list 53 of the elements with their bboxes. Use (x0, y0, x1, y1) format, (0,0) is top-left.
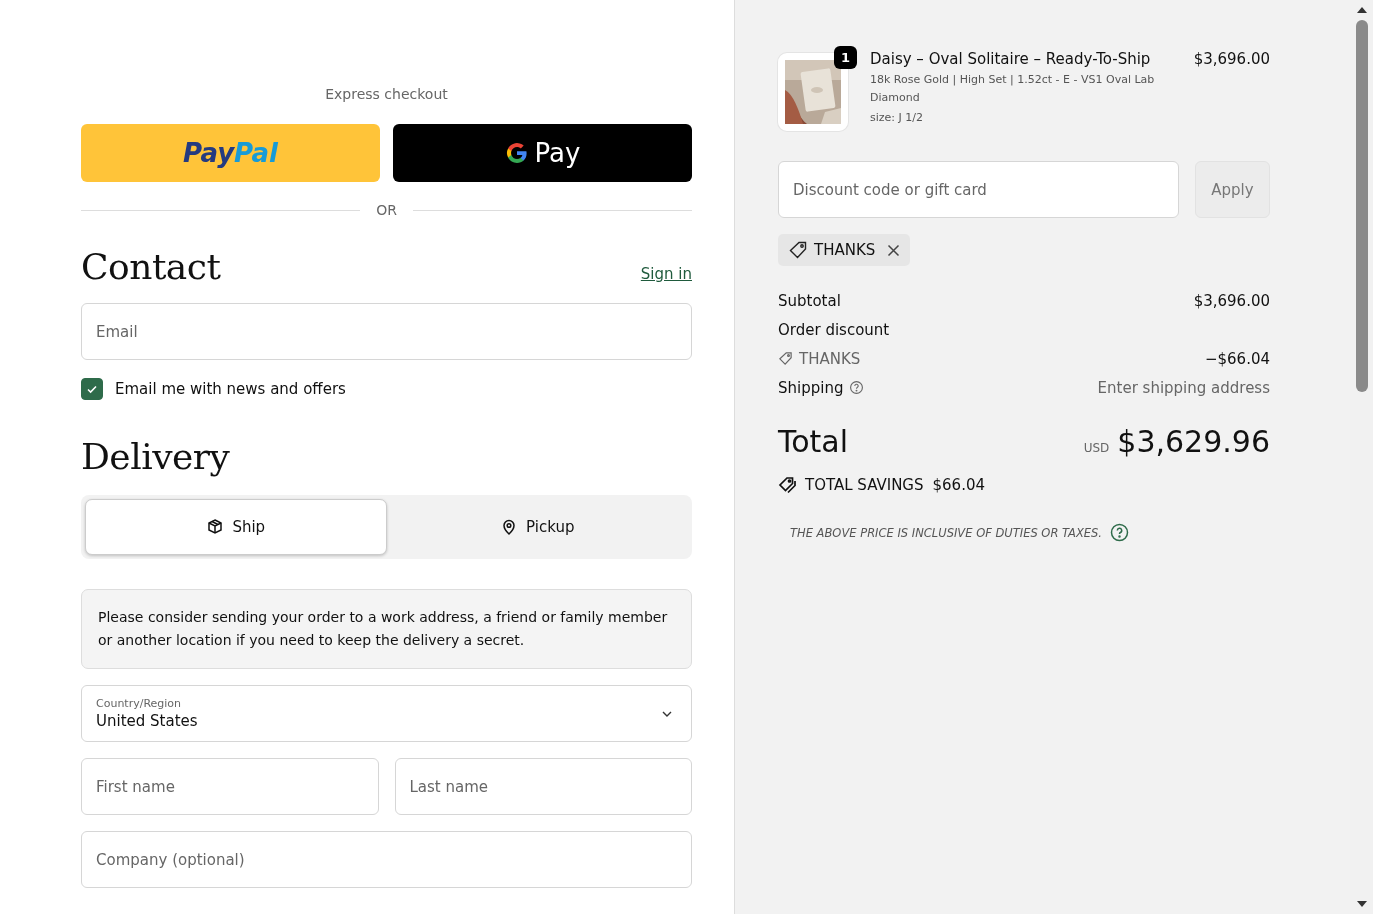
country-select[interactable]: Country/Region United States (81, 685, 692, 742)
tag-icon (778, 351, 793, 366)
first-name-field[interactable]: First name (81, 758, 379, 815)
tags-icon (778, 475, 798, 495)
country-value: United States (96, 712, 198, 730)
help-icon[interactable] (849, 380, 865, 395)
product-name: Daisy – Oval Solitaire – Ready-To-Ship (870, 50, 1152, 68)
company-field[interactable]: Company (optional) (81, 831, 692, 888)
or-divider-label: OR (376, 202, 397, 218)
contact-heading: Contact (81, 246, 221, 287)
newsletter-checkbox[interactable] (81, 378, 103, 400)
discount-code-label: THANKS (799, 349, 861, 368)
chevron-down-icon (661, 709, 673, 718)
tag-icon (788, 240, 808, 260)
summary-value: $3,696.00 (1193, 291, 1270, 310)
summary-label: Order discount (778, 320, 890, 339)
pickup-option[interactable]: Pickup (386, 499, 688, 555)
total-savings-amount: $66.04 (932, 476, 985, 494)
total-label: Total (778, 424, 849, 459)
help-icon[interactable] (1110, 523, 1129, 542)
summary-value: −$66.04 (1204, 349, 1270, 368)
scroll-up-icon[interactable] (1355, 6, 1368, 14)
delivery-notice: Please consider sending your order to a work address, a friend or family member or another location if you need to keep the delivery a secret. (81, 589, 692, 669)
checkmark-icon (86, 383, 98, 395)
currency-code: USD (1083, 441, 1110, 455)
sign-in-link[interactable]: Sign in (640, 265, 692, 283)
shipping-label: Shipping (778, 378, 844, 397)
discount-code-field[interactable]: Discount code or gift card (778, 161, 1179, 218)
close-icon[interactable] (887, 243, 901, 257)
total-savings-label: TOTAL SAVINGS (805, 476, 924, 494)
express-checkout-title: Express checkout (324, 86, 449, 104)
google-pay-button[interactable]: Pay (393, 124, 692, 182)
apply-button[interactable]: Apply (1195, 161, 1270, 218)
email-field[interactable]: Email (81, 303, 692, 360)
summary-value: Enter shipping address (1097, 378, 1270, 397)
scroll-down-icon[interactable] (1355, 900, 1368, 908)
country-label: Country/Region (96, 697, 183, 710)
summary-label: Subtotal (778, 291, 841, 310)
scrollbar-thumb[interactable] (1355, 20, 1368, 392)
product-price: $3,696.00 (1193, 50, 1270, 68)
total-amount: $3,629.96 (1117, 424, 1270, 459)
discount-code-label: THANKS (814, 241, 876, 259)
newsletter-label: Email me with news and offers (115, 380, 346, 398)
quantity-badge: 1 (834, 46, 857, 69)
box-icon (206, 518, 225, 536)
paypal-button[interactable]: PayPal (81, 124, 380, 182)
google-g-icon (504, 141, 529, 165)
delivery-heading: Delivery (81, 436, 231, 477)
last-name-field[interactable]: Last name (394, 758, 692, 815)
product-size: size: J 1/2 (870, 111, 924, 124)
tax-note: THE ABOVE PRICE IS INCLUSIVE OF DUTIES OR TAXES. (790, 525, 1102, 540)
scrollbar[interactable] (1350, 0, 1373, 914)
ship-option[interactable]: Ship (85, 499, 387, 555)
